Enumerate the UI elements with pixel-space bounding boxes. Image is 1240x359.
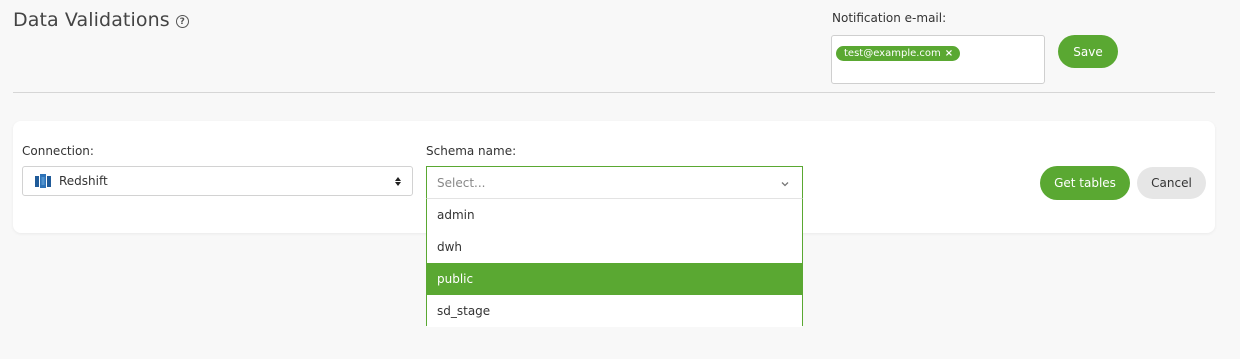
get-tables-button[interactable]: Get tables	[1040, 166, 1130, 200]
schema-placeholder: Select...	[437, 176, 486, 190]
email-tag-text: test@example.com	[844, 48, 941, 59]
divider	[13, 92, 1215, 93]
help-icon[interactable]: ?	[175, 15, 189, 28]
schema-option-sd-stage[interactable]: sd_stage	[427, 295, 802, 327]
page: Data Validations ? Notification e-mail: …	[0, 0, 1240, 359]
sort-arrows-icon	[394, 176, 402, 186]
connection-value: Redshift	[59, 174, 108, 188]
email-tag: test@example.com ×	[836, 46, 961, 61]
remove-tag-icon[interactable]: ×	[945, 48, 953, 59]
schema-option-public[interactable]: public	[427, 263, 802, 295]
cancel-button[interactable]: Cancel	[1137, 167, 1206, 199]
schema-option-admin[interactable]: admin	[427, 199, 802, 231]
notification-email-label: Notification e-mail:	[832, 11, 947, 25]
notification-email-field[interactable]: test@example.com ×	[831, 35, 1045, 84]
connection-label: Connection:	[22, 144, 94, 158]
connection-select[interactable]: Redshift	[22, 166, 413, 196]
schema-dropdown-menu: admin dwh public sd_stage	[426, 198, 803, 327]
save-button[interactable]: Save	[1058, 35, 1118, 68]
schema-name-select[interactable]: Select...	[426, 166, 803, 199]
page-title: Data Validations ?	[13, 9, 189, 31]
page-title-text: Data Validations	[13, 9, 170, 31]
schema-option-dwh[interactable]: dwh	[427, 231, 802, 263]
schema-name-label: Schema name:	[426, 144, 517, 158]
redshift-icon	[35, 173, 51, 189]
chevron-down-icon	[780, 178, 790, 188]
